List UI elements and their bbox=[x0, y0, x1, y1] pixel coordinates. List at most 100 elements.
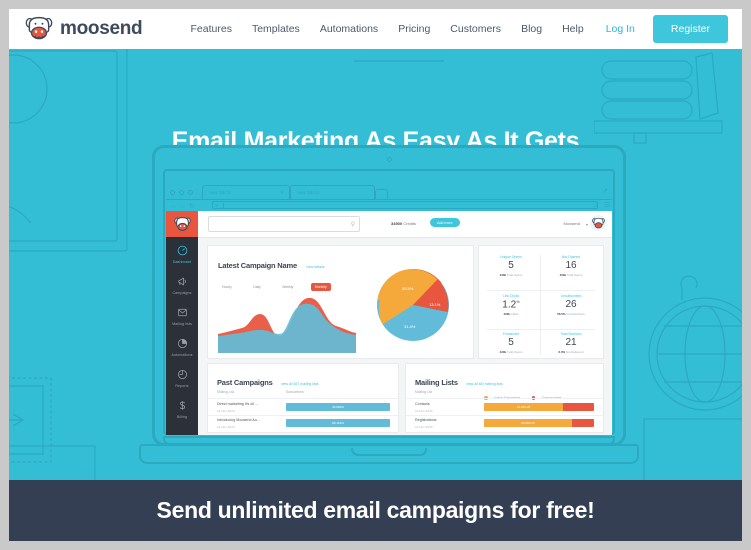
close-icon[interactable]: ✕ bbox=[280, 190, 284, 196]
browser-tab-1[interactable]: New Tab 01 ✕ bbox=[202, 185, 290, 199]
mailing-lists-link[interactable]: view all 6/0 mailing lists bbox=[466, 382, 502, 386]
window-controls[interactable] bbox=[170, 190, 193, 195]
register-button[interactable]: Register bbox=[652, 15, 728, 43]
latest-campaign-title: Latest Campaign Name bbox=[218, 261, 297, 270]
deco-box-left bbox=[9, 445, 96, 480]
row-date: 21 Nov 2015 bbox=[217, 425, 235, 429]
laptop-notch bbox=[351, 448, 427, 456]
browser-chrome: New Tab 01 ✕ New Tab 02 ↗ ←→↻ ⚲ ☆ ☰ bbox=[166, 181, 612, 211]
divider bbox=[208, 398, 398, 399]
pie-chart: 55.5% 13.1% 31.4% bbox=[377, 268, 449, 341]
app-logo[interactable] bbox=[166, 211, 198, 237]
pie-slice-icon bbox=[166, 337, 198, 350]
past-campaigns-link[interactable]: view all 457 mailing lists bbox=[281, 382, 318, 386]
sidebar-item-campaigns[interactable]: Campaigns bbox=[166, 275, 198, 295]
laptop-mockup: New Tab 01 ✕ New Tab 02 ↗ ←→↻ ⚲ ☆ ☰ Dash… bbox=[139, 145, 639, 475]
megaphone-icon bbox=[166, 275, 198, 288]
divider bbox=[406, 415, 603, 416]
bookmark-star-icon[interactable]: ☆ bbox=[593, 202, 598, 209]
col-header-value: Subscribers bbox=[286, 390, 304, 394]
browser-toolbar: ←→↻ ⚲ ☆ ☰ bbox=[166, 200, 612, 211]
url-input[interactable]: ⚲ bbox=[212, 201, 598, 209]
window-close-dot[interactable] bbox=[170, 190, 175, 195]
app-topbar: ⚲ 34500 Credits Add more Moosend ▾ bbox=[198, 211, 612, 238]
nav-item-templates[interactable]: Templates bbox=[242, 23, 310, 35]
search-input[interactable]: ⚲ bbox=[208, 216, 360, 232]
cow-head-logo-icon bbox=[25, 15, 53, 43]
latest-campaign-panel: Latest Campaign Name view details Hourly… bbox=[207, 245, 474, 359]
logo-text: moosend bbox=[60, 18, 143, 39]
row-bar: 11.993.28 bbox=[484, 403, 594, 411]
hero-section: Email Marketing As Easy As It Gets New T… bbox=[9, 49, 742, 480]
stat-label: Not Opened bbox=[561, 255, 581, 259]
row-name: Contacts bbox=[415, 402, 430, 406]
nav-buttons[interactable]: ←→↻ bbox=[170, 202, 197, 210]
row-bar-label: 89.192% bbox=[332, 421, 344, 425]
speedometer-icon bbox=[166, 244, 198, 257]
add-more-button[interactable]: Add more bbox=[430, 218, 460, 228]
sidebar-item-dashboard[interactable]: Dashboard bbox=[166, 244, 198, 264]
stat-value: 5 bbox=[508, 260, 514, 271]
row-name: Registrations bbox=[415, 418, 437, 422]
cow-avatar-icon bbox=[591, 217, 605, 228]
stat-label: Unique Opens bbox=[500, 255, 522, 259]
stat-sub: 400k Total Opens bbox=[559, 273, 583, 277]
past-campaigns-title: Past Campaigns bbox=[217, 378, 273, 387]
sidebar-label-dashboard: Dashboard bbox=[172, 259, 192, 264]
sidebar-label-mailing-lists: Mailing lists bbox=[172, 321, 192, 326]
stat-sub: 56.5% Unsubscribers bbox=[557, 312, 585, 316]
sidebar-item-mailing-lists[interactable]: Mailing lists bbox=[166, 306, 198, 326]
view-details-link[interactable]: view details bbox=[306, 265, 324, 269]
logo[interactable]: moosend bbox=[25, 15, 143, 43]
divider bbox=[487, 329, 595, 330]
area-chart bbox=[218, 297, 356, 353]
window-maximize-dot[interactable] bbox=[188, 190, 193, 195]
new-tab-button[interactable] bbox=[375, 189, 388, 199]
sidebar-label-reports: Reports bbox=[175, 383, 189, 388]
browser-tab-2[interactable]: New Tab 02 bbox=[290, 185, 375, 199]
stat-value: 5 bbox=[508, 337, 514, 348]
stat-value: 16 bbox=[565, 260, 577, 271]
browser-tab-1-label: New Tab 01 bbox=[209, 190, 232, 195]
sidebar-item-automations[interactable]: Automations bbox=[166, 337, 198, 357]
divider bbox=[406, 398, 603, 399]
avatar[interactable] bbox=[590, 215, 606, 231]
nav-item-customers[interactable]: Customers bbox=[440, 23, 511, 35]
sidebar-label-campaigns: Campaigns bbox=[172, 290, 192, 295]
dollar-icon bbox=[166, 399, 198, 412]
deco-envelope-left bbox=[9, 49, 128, 252]
row-date: 21 Nov 2015 bbox=[415, 409, 433, 413]
site-header: moosend Features Templates Automations P… bbox=[9, 9, 742, 49]
text-caret bbox=[223, 203, 224, 209]
window-minimize-dot[interactable] bbox=[179, 190, 184, 195]
row-bar-label: 80.680.20 bbox=[521, 421, 535, 425]
nav-item-features[interactable]: Features bbox=[181, 23, 242, 35]
nav-item-automations[interactable]: Automations bbox=[310, 23, 388, 35]
hamburger-menu-icon[interactable]: ☰ bbox=[604, 201, 610, 209]
divider bbox=[208, 415, 398, 416]
past-campaigns-panel: Past Campaigns view all 457 mailing list… bbox=[207, 363, 399, 433]
sidebar-label-automations: Automations bbox=[171, 352, 193, 357]
stat-value: 26 bbox=[565, 299, 577, 310]
nav-item-pricing[interactable]: Pricing bbox=[388, 23, 440, 35]
past-campaigns-header: Past Campaigns view all 457 mailing list… bbox=[217, 372, 318, 390]
mailing-lists-title: Mailing Lists bbox=[415, 378, 458, 387]
pie-label-3: 31.4% bbox=[404, 324, 416, 329]
latest-campaign-header: Latest Campaign Name view details bbox=[218, 255, 325, 273]
row-date: 21 Nov 2015 bbox=[217, 409, 235, 413]
sidebar-item-reports[interactable]: Reports bbox=[166, 368, 198, 388]
account-name[interactable]: Moosend bbox=[564, 221, 580, 226]
stat-link-clicks: Link Clicks 1.2% 400k Clicks bbox=[481, 294, 541, 316]
main-nav: Features Templates Automations Pricing C… bbox=[181, 15, 728, 43]
stat-total-bounces: Total Bounces 21 6.0% Not Delivered bbox=[541, 332, 601, 354]
nav-item-blog[interactable]: Blog bbox=[511, 23, 552, 35]
nav-item-help[interactable]: Help bbox=[552, 23, 594, 35]
stat-sub: 400k Clicks bbox=[503, 312, 519, 317]
sidebar-item-billing[interactable]: Billing bbox=[166, 399, 198, 419]
chevron-down-icon[interactable]: ▾ bbox=[586, 222, 588, 227]
row-date: 21 Nov 2015 bbox=[415, 425, 433, 429]
login-link[interactable]: Log In bbox=[594, 23, 647, 35]
stat-label: Total Bounces bbox=[560, 332, 582, 336]
expand-icon[interactable]: ↗ bbox=[602, 187, 608, 195]
row-bar-label: 33.692% bbox=[332, 405, 344, 409]
